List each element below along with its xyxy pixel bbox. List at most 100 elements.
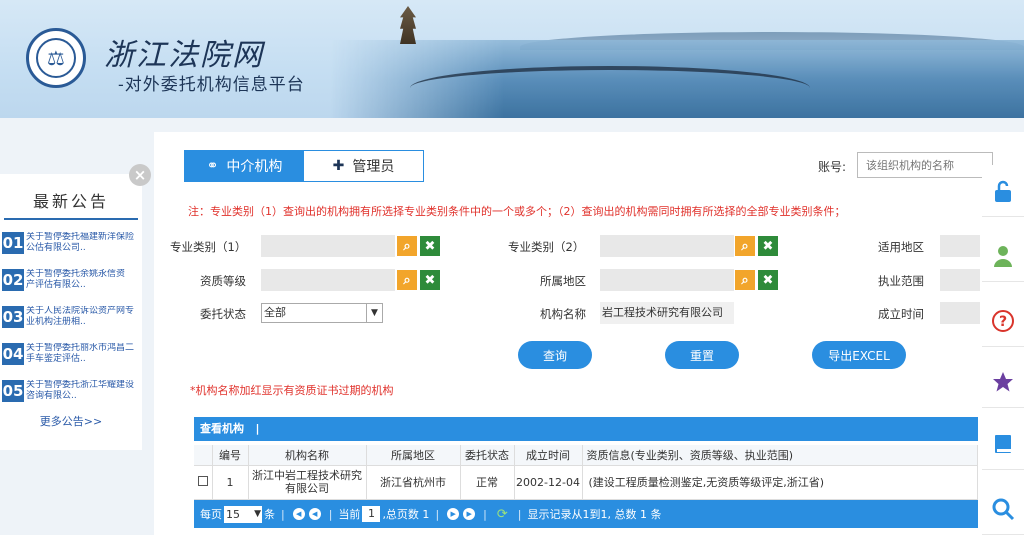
search-icon[interactable]: ⌕ — [735, 270, 755, 290]
row-founded: 2002-12-04 — [514, 465, 583, 500]
col-name: 机构名称 — [248, 445, 367, 466]
notice-number: 04 — [2, 342, 24, 365]
status-label: 委托状态 — [200, 307, 246, 321]
account-input[interactable] — [857, 152, 993, 178]
col-checkbox — [194, 445, 213, 466]
notice-number: 05 — [2, 379, 24, 402]
tab-label: 管理员 — [352, 159, 395, 175]
notice-link[interactable]: 关于暂停委托福建新洋保险公估有限公司.. — [24, 232, 136, 254]
query-button[interactable]: 查询 — [518, 341, 592, 369]
first-page-icon[interactable]: ◀ — [292, 508, 305, 520]
grid-title-bar: 查看机构 | — [194, 417, 978, 441]
notice-item[interactable]: 03 关于人民法院诉讼资产网专业机构注册相.. — [2, 298, 140, 335]
notice-item[interactable]: 01 关于暂停委托福建新洋保险公估有限公司.. — [2, 224, 140, 261]
tab-agency[interactable]: ⚭ 中介机构 — [185, 151, 304, 181]
applicable-region-label: 适用地区 — [878, 240, 924, 254]
category1-field[interactable] — [261, 235, 395, 257]
current-page-input[interactable]: 1 — [362, 506, 381, 522]
row-checkbox[interactable] — [197, 475, 208, 486]
col-status: 委托状态 — [460, 445, 515, 466]
clear-icon[interactable]: ✖ — [420, 270, 440, 290]
status-select-value: 全部 — [264, 306, 286, 319]
practice-scope-field[interactable] — [940, 269, 980, 291]
pager-bar: 每页 15 ▼ 条 | ◀ ◀ | 当前 1 ,总页数 1 | ▶ ▶ | ⟳ … — [194, 500, 978, 528]
status-select[interactable]: 全部 ▼ — [261, 303, 383, 323]
notice-link[interactable]: 关于暂停委托余姚永信资 产评估有限公.. — [24, 269, 136, 291]
tab-admin[interactable]: ✚ 管理员 — [304, 151, 423, 181]
notice-link[interactable]: 关于暂停委托浙江华耀建设咨询有限公.. — [24, 380, 136, 402]
search-icon[interactable] — [982, 483, 1024, 535]
star-icon[interactable] — [982, 356, 1024, 408]
next-page-icon[interactable]: ▶ — [447, 508, 460, 520]
category1-label: 专业类别（1） — [170, 240, 247, 254]
tab-label: 中介机构 — [226, 159, 283, 175]
applicable-region-field[interactable] — [940, 235, 980, 257]
add-user-icon: ✚ — [332, 158, 345, 174]
last-page-icon[interactable]: ▶ — [463, 508, 476, 520]
site-title: 浙江法院网 — [104, 38, 264, 73]
notice-number: 03 — [2, 305, 24, 328]
pager-separator: | — [435, 507, 440, 521]
clear-icon[interactable]: ✖ — [758, 270, 778, 290]
close-icon[interactable]: × — [129, 164, 151, 186]
search-icon[interactable]: ⌕ — [397, 236, 417, 256]
row-status: 正常 — [460, 465, 515, 500]
notice-item[interactable]: 04 关于暂停委托丽水市鸿昌二手车鉴定评估.. — [2, 335, 140, 372]
notice-link[interactable]: 关于暂停委托丽水市鸿昌二手车鉴定评估.. — [24, 343, 136, 365]
header-banner: ⚖ 浙江法院网 -对外委托机构信息平台 — [0, 0, 1024, 118]
export-excel-button[interactable]: 导出EXCEL — [812, 341, 906, 369]
row-checkbox-cell — [194, 465, 213, 500]
location-field[interactable] — [600, 269, 734, 291]
category2-label: 专业类别（2） — [508, 240, 585, 254]
org-name-label: 机构名称 — [540, 307, 586, 321]
current-page-label: 当前 — [338, 508, 361, 521]
per-page-label: 每页 — [200, 508, 222, 521]
notice-item[interactable]: 05 关于暂停委托浙江华耀建设咨询有限公.. — [2, 372, 140, 409]
col-region: 所属地区 — [366, 445, 461, 466]
row-qualification: (建设工程质量检测鉴定,无资质等级评定,浙江省) — [582, 465, 978, 500]
col-number: 编号 — [212, 445, 249, 466]
notice-number: 01 — [2, 231, 24, 254]
notice-link[interactable]: 关于人民法院诉讼资产网专业机构注册相.. — [24, 306, 136, 328]
table-row[interactable]: 1 浙江中岩工程技术研究有限公司 浙江省杭州市 正常 2002-12-04 (建… — [194, 465, 978, 500]
chevron-down-icon: ▼ — [254, 508, 261, 519]
col-founded: 成立时间 — [514, 445, 583, 466]
scales-icon: ⚖ — [36, 38, 76, 78]
row-name[interactable]: 浙江中岩工程技术研究有限公司 — [248, 465, 367, 500]
clear-icon[interactable]: ✖ — [758, 236, 778, 256]
pager-separator: | — [517, 507, 522, 521]
clear-icon[interactable]: ✖ — [420, 236, 440, 256]
pager-separator: | — [328, 507, 333, 521]
prev-page-icon[interactable]: ◀ — [308, 508, 321, 520]
more-notices-link[interactable]: 更多公告>> — [0, 413, 142, 429]
total-pages-label: ,总页数 1 — [382, 508, 430, 521]
lock-icon[interactable] — [982, 165, 1024, 217]
help-icon[interactable]: ? — [982, 295, 1024, 347]
search-icon[interactable]: ⌕ — [397, 270, 417, 290]
category2-field[interactable] — [600, 235, 734, 257]
court-emblem-logo: ⚖ — [26, 28, 86, 88]
handshake-icon: ⚭ — [206, 158, 219, 174]
per-page-unit: 条 — [264, 508, 275, 521]
notice-item[interactable]: 02 关于暂停委托余姚永信资 产评估有限公.. — [2, 261, 140, 298]
book-icon[interactable] — [982, 418, 1024, 470]
chevron-down-icon: ▼ — [366, 304, 382, 322]
user-icon[interactable] — [982, 230, 1024, 282]
tab-bar: ⚭ 中介机构 ✚ 管理员 — [184, 150, 424, 182]
notice-title: 最新公告 — [32, 192, 109, 211]
banner-pagoda — [400, 6, 416, 44]
col-qualification: 资质信息(专业类别、资质等级、执业范围) — [582, 445, 978, 466]
row-id: 1 — [212, 465, 249, 500]
reset-button[interactable]: 重置 — [665, 341, 739, 369]
notice-panel: 最新公告 01 关于暂停委托福建新洋保险公估有限公司.. 02 关于暂停委托余姚… — [0, 174, 142, 450]
refresh-icon[interactable]: ⟳ — [497, 507, 508, 522]
notice-list: 01 关于暂停委托福建新洋保险公估有限公司.. 02 关于暂停委托余姚永信资 产… — [0, 220, 142, 409]
per-page-select[interactable]: 15 ▼ — [224, 505, 262, 523]
qualification-field[interactable] — [261, 269, 395, 291]
grid-title-separator: | — [247, 422, 260, 435]
org-name-input[interactable]: 岩工程技术研究有限公司 — [600, 302, 734, 324]
main-panel: ⚭ 中介机构 ✚ 管理员 账号: 注：专业类别（1）查询出的机构拥有所选择专业类… — [154, 132, 1024, 535]
pager-separator: | — [483, 507, 487, 521]
search-icon[interactable]: ⌕ — [735, 236, 755, 256]
founded-field[interactable] — [940, 302, 980, 324]
